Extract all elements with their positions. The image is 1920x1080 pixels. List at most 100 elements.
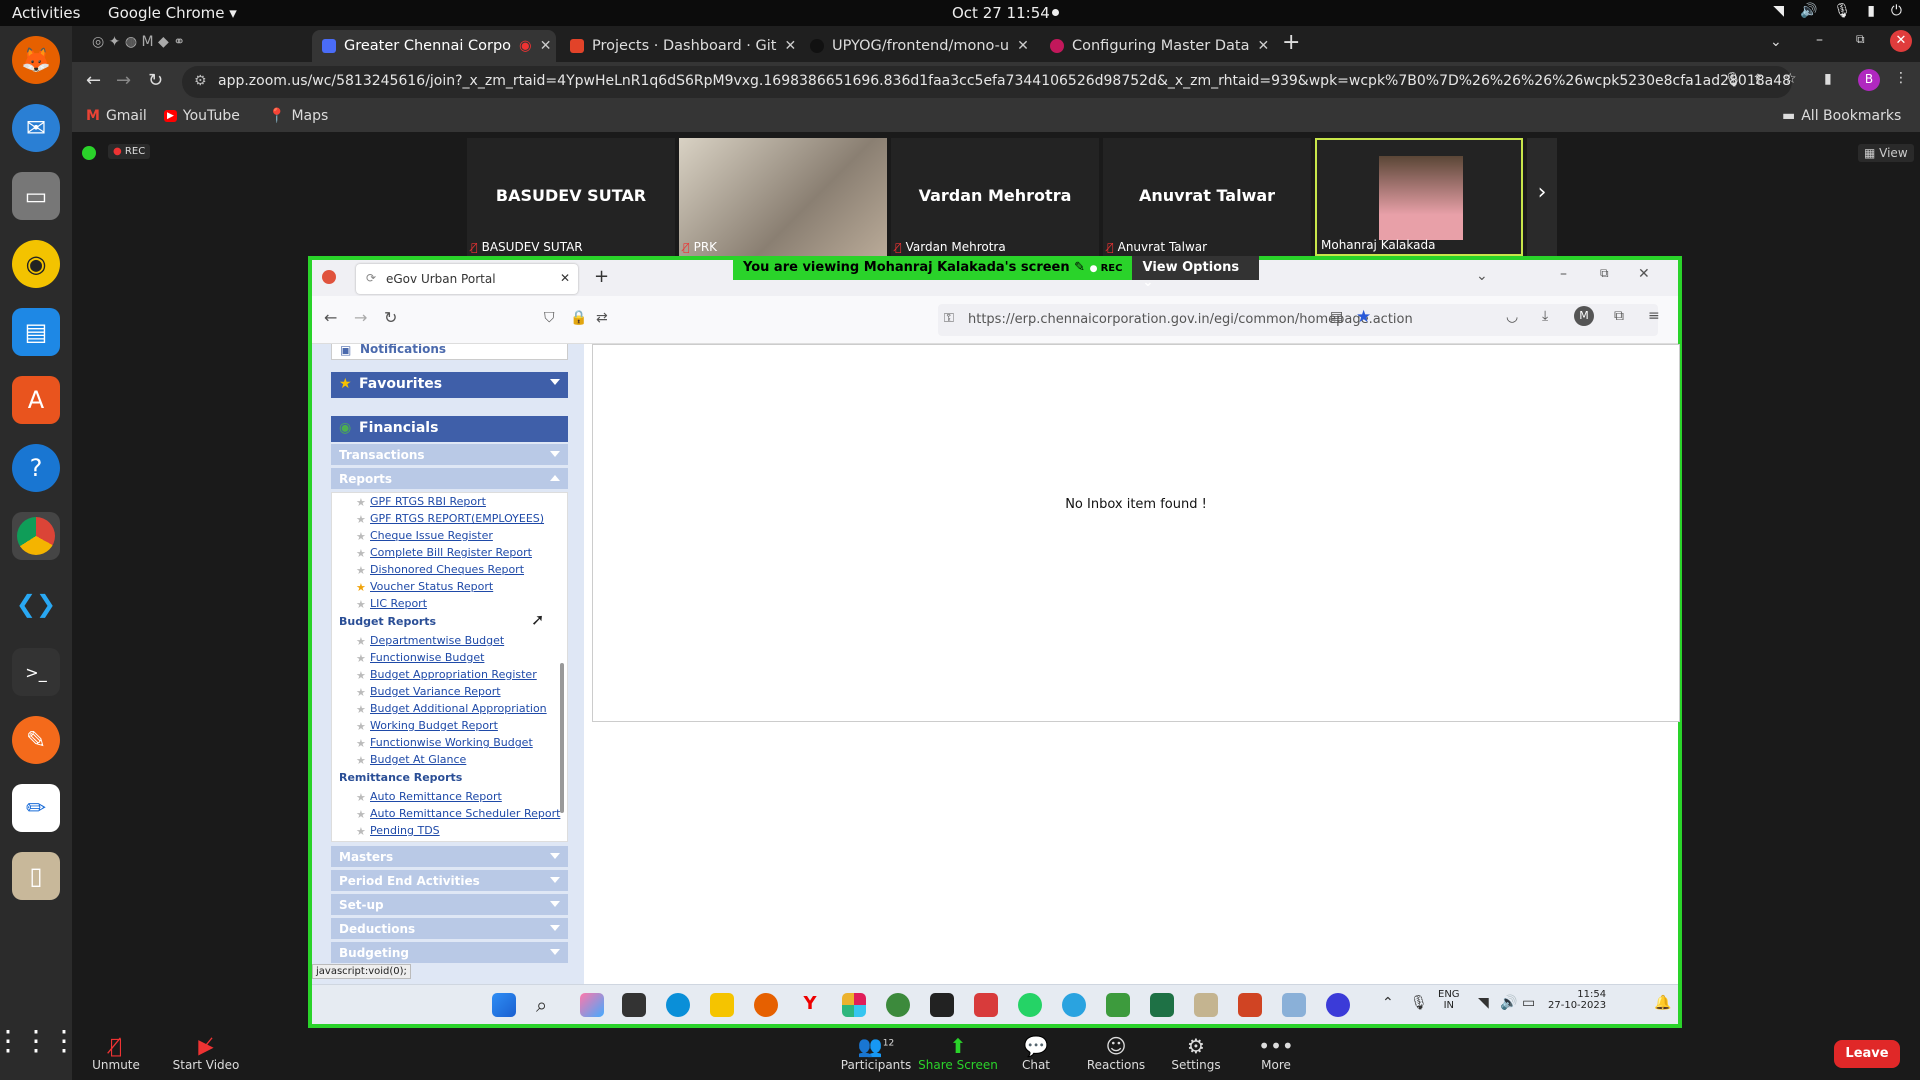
new-tab-icon[interactable]: + [1282, 30, 1300, 55]
chart-app-icon[interactable] [1106, 993, 1130, 1017]
thunderbird-icon[interactable]: ✉ [12, 104, 60, 152]
close-window-icon[interactable]: ✕ [1638, 266, 1650, 282]
show-apps-icon[interactable]: ⋮⋮⋮ [0, 1016, 78, 1064]
report-link[interactable]: ★ Departmentwise Budget [356, 634, 504, 648]
report-link[interactable]: ★ LIC Report [356, 597, 427, 611]
writer-icon[interactable]: ▤ [12, 308, 60, 356]
help-icon[interactable]: ? [12, 444, 60, 492]
pocket-icon[interactable]: ◡ [1506, 309, 1518, 325]
menu-deductions[interactable]: Deductions [331, 918, 568, 939]
report-link[interactable]: ★ Budget Variance Report [356, 685, 501, 699]
report-link[interactable]: ★ Budget At Glance [356, 753, 466, 767]
task-view-icon[interactable] [622, 993, 646, 1017]
encryption-icon[interactable] [82, 146, 96, 160]
clock[interactable]: Oct 27 11:54 [952, 4, 1050, 22]
chrome-menu-icon[interactable]: ⋮ [1894, 70, 1908, 86]
report-link[interactable]: ★ Voucher Status Report [356, 580, 493, 594]
close-tab-icon[interactable]: ✕ [1017, 38, 1029, 54]
language-indicator[interactable]: ENG IN [1438, 989, 1460, 1011]
postman-icon[interactable]: ✎ [12, 716, 60, 764]
site-info-icon[interactable]: ⚙ [194, 73, 207, 89]
tab-search-icon[interactable]: ⌄ [1770, 34, 1782, 50]
app-icon[interactable] [974, 993, 998, 1017]
reload-icon[interactable]: ↻ [384, 308, 397, 327]
tab-configuring-master-data[interactable]: Configuring Master Data ✕ [1040, 30, 1276, 62]
lock-icon[interactable]: 🔒 [570, 310, 587, 326]
yandex-icon[interactable]: Y [798, 993, 822, 1017]
rhythmbox-icon[interactable]: ◉ [12, 240, 60, 288]
new-tab-icon[interactable]: + [594, 266, 609, 287]
bookmark-star-icon[interactable]: ★ [1356, 307, 1371, 327]
address-bar[interactable]: ⚙ app.zoom.us/wc/5813245616/join?_x_zm_r… [182, 66, 1792, 98]
participant-tile-active[interactable]: Mohanraj Kalakada [1315, 138, 1523, 256]
zoom-icon[interactable] [1326, 993, 1350, 1017]
minimize-icon[interactable]: – [1816, 32, 1823, 48]
menu-financials[interactable]: ◉ Financials [331, 416, 568, 442]
download-icon[interactable]: ⤓ [1542, 308, 1548, 324]
close-tab-icon[interactable]: ✕ [540, 38, 552, 54]
side-panel-icon[interactable]: ▮ [1824, 71, 1832, 87]
list-scrollbar[interactable] [560, 663, 564, 813]
terminal-icon[interactable] [930, 993, 954, 1017]
restore-icon[interactable]: ⧉ [1600, 266, 1609, 281]
taskbar-clock[interactable]: 11:54 27-10-2023 [1548, 989, 1606, 1011]
firefox-icon[interactable] [754, 993, 778, 1017]
reactions-button[interactable]: ☺ Reactions [1076, 1034, 1156, 1072]
forward-icon[interactable]: → [354, 308, 367, 327]
account-icon[interactable]: M [1574, 306, 1594, 326]
mic-icon[interactable]: 🎙 [1410, 995, 1428, 1011]
back-icon[interactable]: ← [86, 70, 101, 91]
chrome-icon[interactable] [12, 512, 60, 560]
participants-button[interactable]: 👥12 Participants [836, 1034, 916, 1072]
back-icon[interactable]: ← [324, 308, 337, 327]
all-bookmarks[interactable]: ▬ All Bookmarks [1782, 108, 1901, 124]
menu-period-end[interactable]: Period End Activities [331, 870, 568, 891]
forward-icon[interactable]: → [116, 70, 131, 91]
explorer-icon[interactable] [710, 993, 734, 1017]
report-link[interactable]: ★ GPF RTGS REPORT(EMPLOYEES) [356, 512, 544, 526]
participant-tile[interactable]: Anuvrat Talwar 🎙̸ Anuvrat Talwar [1103, 138, 1311, 256]
pinned-tabs[interactable]: ◎ ✦ ◍ M ◆ ⚭ [92, 34, 185, 50]
battery-icon[interactable]: ▭ [1522, 995, 1535, 1011]
menu-budgeting[interactable]: Budgeting [331, 942, 568, 963]
search-icon[interactable]: ⌕ [536, 993, 560, 1017]
excel-icon[interactable] [1150, 993, 1174, 1017]
tab-projects-dashboard[interactable]: Projects · Dashboard · Git ✕ [560, 30, 796, 62]
bookmark-gmail[interactable]: M Gmail [86, 108, 147, 124]
report-link[interactable]: ★ Cheque Issue Register [356, 529, 493, 543]
copilot-icon[interactable] [580, 993, 604, 1017]
edge-icon[interactable] [666, 993, 690, 1017]
menu-setup[interactable]: Set-up [331, 894, 568, 915]
close-tab-icon[interactable]: ✕ [560, 271, 570, 285]
permissions-icon[interactable]: ⇄ [596, 310, 608, 326]
close-window-icon[interactable]: ✕ [1890, 30, 1912, 52]
shield-icon[interactable]: ⛉ [544, 310, 555, 326]
more-button[interactable]: ••• More [1236, 1034, 1316, 1072]
report-link[interactable]: ★ Pending TDS [356, 824, 440, 838]
share-icon[interactable]: ⇪ [1752, 72, 1764, 88]
unmute-button[interactable]: 🎙̸ Unmute [76, 1034, 156, 1072]
menu-notifications[interactable]: ▣ Notifications [331, 344, 568, 360]
report-link[interactable]: ★ Auto Remittance Scheduler Report [356, 807, 560, 821]
menu-icon[interactable]: ≡ [1648, 308, 1660, 324]
vscode-icon[interactable]: ❮❯ [12, 580, 60, 628]
shared-address-bar[interactable]: ⚿ https://erp.chennaicorporation.gov.in/… [938, 304, 1658, 336]
share-screen-button[interactable]: ⬆ Share Screen [918, 1034, 998, 1072]
notification-bell-icon[interactable]: 🔔 [1654, 995, 1671, 1011]
telegram-icon[interactable] [1062, 993, 1086, 1017]
menu-reports[interactable]: Reports [331, 468, 568, 489]
menu-masters[interactable]: Masters [331, 846, 568, 867]
files-icon[interactable]: ▭ [12, 172, 60, 220]
mic-icon[interactable]: 🎙 [1724, 72, 1742, 88]
slack-icon[interactable] [842, 993, 866, 1017]
recording-indicator[interactable]: ● REC [108, 144, 151, 159]
view-options-button[interactable]: View Options ⌄ [1132, 256, 1259, 290]
activities-button[interactable]: Activities [12, 4, 80, 22]
report-link[interactable]: ★ Dishonored Cheques Report [356, 563, 524, 577]
extensions-icon[interactable]: ⧉ [1614, 308, 1624, 324]
tab-greater-chennai[interactable]: Greater Chennai Corpo ◉ ✕ [312, 30, 556, 62]
text-editor-icon[interactable]: ✏ [12, 784, 60, 832]
report-link[interactable]: ★ Functionwise Working Budget [356, 736, 533, 750]
firefox-view-icon[interactable] [322, 270, 336, 284]
terminal-icon[interactable]: >_ [12, 648, 60, 696]
